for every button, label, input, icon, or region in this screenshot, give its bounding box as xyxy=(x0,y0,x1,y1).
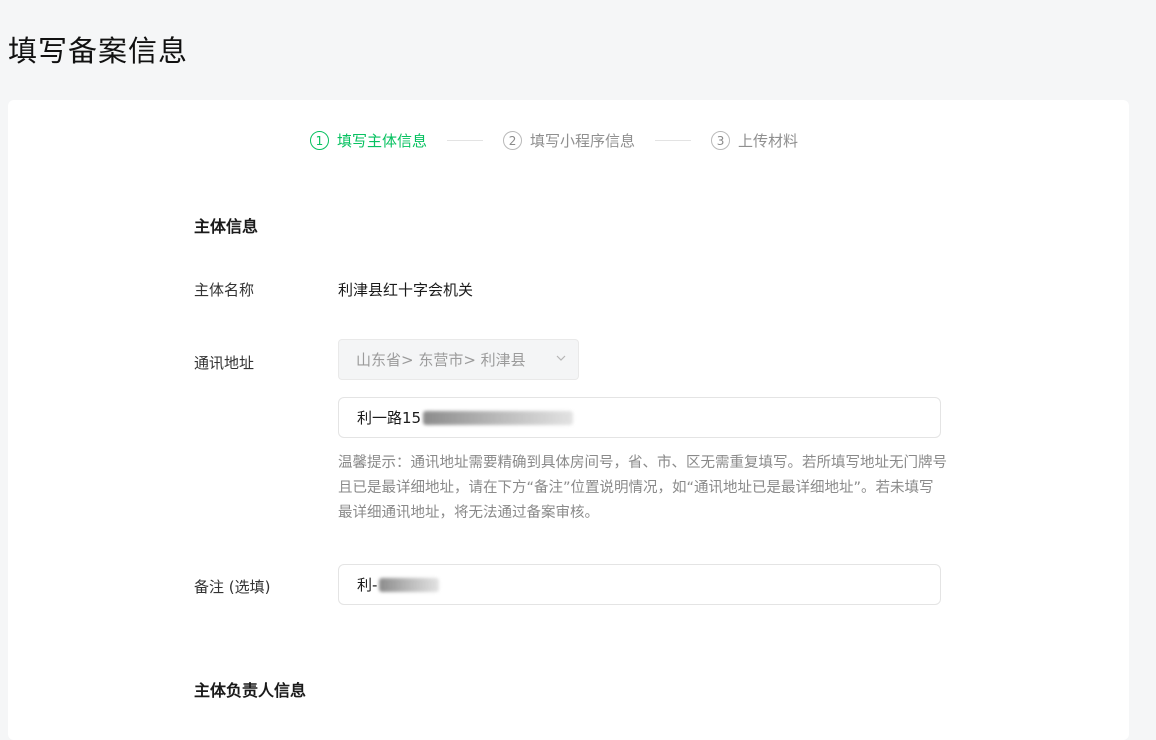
remark-label: 备注 (选填) xyxy=(194,578,271,596)
step-1[interactable]: 1 填写主体信息 xyxy=(310,130,427,151)
redacted-text xyxy=(423,410,574,425)
step-divider xyxy=(655,140,692,141)
chevron-down-icon xyxy=(556,355,566,361)
remark-input[interactable]: 利- xyxy=(338,564,941,605)
subject-section-title: 主体信息 xyxy=(194,217,259,236)
step-3-number: 3 xyxy=(711,131,731,150)
address-hint: 温馨提示：通讯地址需要精确到具体房间号，省、市、区无需重复填写。若所填写地址无门… xyxy=(338,455,947,521)
step-2-number: 2 xyxy=(503,131,523,150)
region-select[interactable]: 山东省> 东营市> 利津县 xyxy=(338,339,579,380)
address-label: 通讯地址 xyxy=(194,354,255,372)
step-1-number: 1 xyxy=(310,131,329,150)
redacted-text xyxy=(379,577,440,592)
address-detail-input[interactable]: 利一路15 xyxy=(338,397,941,438)
step-2[interactable]: 2 填写小程序信息 xyxy=(503,130,635,151)
address-detail-value: 利一路15 xyxy=(357,409,422,427)
remark-value: 利- xyxy=(357,576,378,594)
step-1-label: 填写主体信息 xyxy=(337,132,428,150)
region-select-value: 山东省> 东营市> 利津县 xyxy=(356,351,526,369)
step-divider xyxy=(447,140,484,141)
step-3[interactable]: 3 上传材料 xyxy=(711,130,798,151)
stepper: 1 填写主体信息 2 填写小程序信息 3 上传材料 xyxy=(310,130,798,151)
step-2-label: 填写小程序信息 xyxy=(530,132,636,150)
page-title: 填写备案信息 xyxy=(8,34,189,68)
step-3-label: 上传材料 xyxy=(738,132,799,150)
subject-name-label: 主体名称 xyxy=(194,281,255,299)
responsible-section-title: 主体负责人信息 xyxy=(194,681,307,700)
subject-name-value: 利津县红十字会机关 xyxy=(338,281,474,299)
